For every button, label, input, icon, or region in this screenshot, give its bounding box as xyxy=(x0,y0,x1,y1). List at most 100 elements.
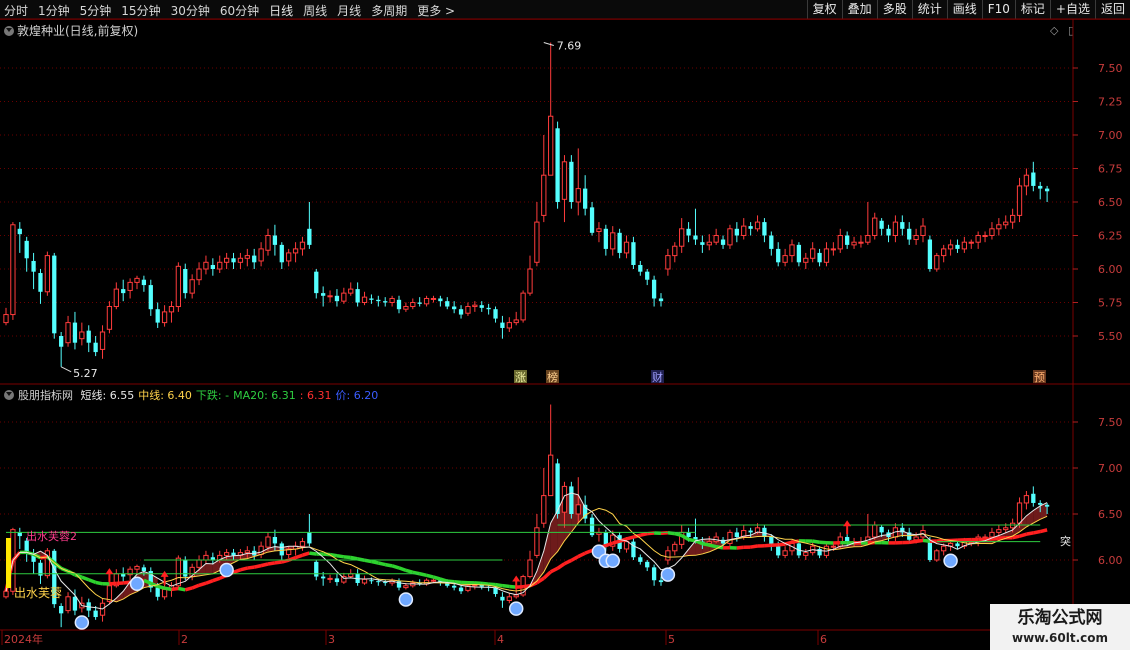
main-candle-body xyxy=(658,298,664,302)
main-candle-body xyxy=(17,228,22,235)
main-candle-body xyxy=(555,128,560,202)
signal-ball xyxy=(74,615,90,630)
main-candle-body xyxy=(292,248,299,254)
main-candle-body xyxy=(410,302,416,308)
main-candle-body xyxy=(396,299,402,310)
sub-candle-body xyxy=(383,582,388,584)
main-y-tick-label: 5.75 xyxy=(1098,297,1123,310)
main-candle-body xyxy=(617,232,622,253)
sub-candle-body xyxy=(686,532,691,537)
main-candle-body xyxy=(810,248,816,259)
main-y-tick-label: 6.25 xyxy=(1098,230,1123,243)
ma20-segment xyxy=(908,539,917,545)
main-candle-body xyxy=(1009,214,1016,223)
main-candle-body xyxy=(438,298,443,302)
ma20-segment xyxy=(157,584,166,590)
sub-y-tick-label: 7.50 xyxy=(1098,416,1123,429)
kline-chart[interactable]: 7.50 7.25 7.00 6.75 6.50 6.25 6.00 5.75 5.50 7.50… xyxy=(0,0,1130,650)
sub-candle-body xyxy=(569,486,574,514)
sub-candle-body xyxy=(403,585,409,589)
main-candle-body xyxy=(99,331,106,350)
sub-candle-body xyxy=(734,532,739,537)
main-candle-body xyxy=(693,235,698,240)
ma20-segment xyxy=(674,531,683,538)
up-arrow-head xyxy=(843,520,852,527)
main-candle-body xyxy=(913,235,919,241)
sub-candle-body xyxy=(93,610,98,618)
ma20-segment xyxy=(549,566,559,574)
ma20-segment xyxy=(343,555,351,560)
ma20-segment xyxy=(570,554,580,562)
main-candle-body xyxy=(355,289,360,303)
x-axis-label: 3 xyxy=(328,633,335,646)
main-candle-body xyxy=(430,297,437,300)
main-candle-body xyxy=(955,244,960,249)
sub-candle-body xyxy=(452,585,457,588)
ma20-segment xyxy=(232,568,242,574)
ma20-segment xyxy=(239,566,248,572)
sub-candle-body xyxy=(879,526,884,533)
sub-candle-body xyxy=(631,541,636,558)
main-y-tick-label: 7.00 xyxy=(1098,129,1123,142)
main-candle-body xyxy=(231,258,236,263)
sub-candle-body xyxy=(258,545,264,555)
main-candle-body xyxy=(127,281,133,291)
main-candle-body xyxy=(534,221,540,263)
sub-candle-body xyxy=(506,596,512,601)
x-axis-label: 2024年 xyxy=(4,632,43,646)
main-candle-body xyxy=(561,161,568,200)
ma20-segment xyxy=(247,565,255,570)
main-candle-body xyxy=(52,255,57,334)
main-candle-body xyxy=(961,241,968,250)
ma20-segment xyxy=(495,582,503,588)
sub-candle-body xyxy=(748,530,753,533)
ma20-segment xyxy=(764,543,772,548)
main-candle-body xyxy=(686,228,691,236)
ma20-segment xyxy=(191,583,200,590)
ma20-segment xyxy=(178,586,186,592)
ma20-segment xyxy=(647,531,655,536)
main-candle-body xyxy=(541,174,547,216)
ma20-segment xyxy=(260,562,269,568)
sub-candle-body xyxy=(941,545,947,552)
main-candle-body xyxy=(486,307,491,310)
main-candle-body xyxy=(314,271,319,294)
sub-candle-body xyxy=(658,580,664,583)
sub-candle-body xyxy=(430,579,437,582)
ma20-segment xyxy=(1012,534,1020,540)
main-candle-body xyxy=(741,225,747,236)
ma20-segment xyxy=(336,554,345,559)
main-candle-body xyxy=(623,241,630,254)
main-candle-body xyxy=(872,217,878,237)
main-candle-body xyxy=(651,279,657,299)
main-candle-body xyxy=(879,220,884,229)
sub-candle-body xyxy=(1031,493,1036,503)
main-candle-body xyxy=(203,261,209,270)
ma20-segment xyxy=(377,561,386,567)
main-candle-body xyxy=(334,295,340,302)
sub-candle-body xyxy=(3,590,9,598)
main-candle-body xyxy=(279,244,284,263)
ma20-segment xyxy=(447,579,455,584)
ma20-segment xyxy=(295,553,304,560)
sub-candle-body xyxy=(458,587,464,592)
sub-candle-body xyxy=(134,565,140,570)
main-candle-body xyxy=(720,239,726,245)
main-candle-body xyxy=(858,241,864,244)
sub-candle-body xyxy=(231,552,236,556)
sub-candle-body xyxy=(651,567,657,581)
main-candle-body xyxy=(217,261,223,270)
sub-candle-body xyxy=(672,543,678,552)
main-y-tick-label: 7.25 xyxy=(1098,96,1123,109)
main-candle-body xyxy=(106,306,113,330)
main-candle-body xyxy=(837,235,843,250)
main-candle-body xyxy=(210,264,215,269)
sub-candle-body xyxy=(155,587,160,597)
ma20-segment xyxy=(88,578,97,585)
sub-candle-body xyxy=(279,543,284,556)
main-candle-body xyxy=(445,301,450,307)
label-tu: 突 xyxy=(1060,534,1071,548)
ma20-segment xyxy=(432,575,441,581)
main-candle-body xyxy=(189,279,195,294)
main-candle-body xyxy=(996,224,1002,230)
